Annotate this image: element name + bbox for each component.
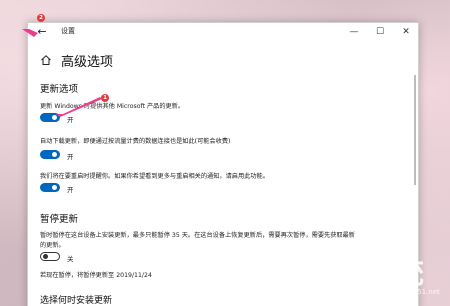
back-button[interactable]: ←: [34, 25, 50, 39]
pause-note: 若现在暂停，将暂停更新至 2019/11/24: [40, 272, 152, 279]
back-arrow-icon: ←: [37, 25, 47, 38]
toggle-restart-notify[interactable]: [40, 183, 60, 192]
maximize-button[interactable]: ☐: [367, 23, 393, 42]
option-desc-other-products: 更新 Windows 时提供其他 Microsoft 产品的更新。: [40, 103, 185, 110]
page-title: 高级选项: [61, 55, 114, 70]
minimize-button[interactable]: —: [341, 23, 367, 42]
section-title-pause-updates: 暂停更新: [40, 214, 79, 225]
toggle-state-label: 开: [67, 186, 74, 194]
toggle-other-products[interactable]: [40, 113, 60, 122]
title-bar: ← 设置 — ☐ ✕: [28, 23, 418, 42]
scrollbar[interactable]: [414, 75, 416, 185]
toggle-pause-updates[interactable]: [40, 252, 60, 261]
window-title: 设置: [61, 27, 75, 35]
close-button[interactable]: ✕: [393, 23, 418, 42]
section-title-update-options: 更新选项: [40, 84, 79, 95]
pause-desc-line2: 的更新。: [40, 242, 65, 249]
option-desc-restart-notify: 我们将在要重启时提醒你。如果你希望看到更多与重启相关的通知，请启用此功能。: [40, 173, 269, 180]
toggle-metered-download[interactable]: [40, 150, 60, 159]
home-icon: [41, 55, 51, 65]
watermark-sub: www.jb51.net: [392, 288, 440, 296]
watermark-logo: 统 www.jb51.net: [386, 248, 450, 306]
annotation-badge-2: 2: [37, 14, 45, 22]
toggle-state-label: 关: [67, 255, 74, 263]
annotation-badge-1: 1: [101, 94, 109, 102]
section-title-install-time: 选择何时安装更新: [40, 296, 113, 306]
option-desc-metered-download: 自动下载更新，即便通过按流量计费的数据连接也是如此(可能会收费): [40, 138, 231, 145]
pause-desc-line1: 暂时暂停在这台设备上安装更新，最多只能暂停 35 天。在这台设备上恢复更新后，需…: [40, 232, 355, 239]
watermark-char: 统: [394, 256, 424, 291]
settings-window: ← 设置 — ☐ ✕ 高级选项 更新选项 更新 Windows 时提供其他 Mi…: [27, 22, 419, 306]
toggle-state-label: 开: [67, 116, 74, 124]
toggle-state-label: 开: [67, 153, 74, 161]
